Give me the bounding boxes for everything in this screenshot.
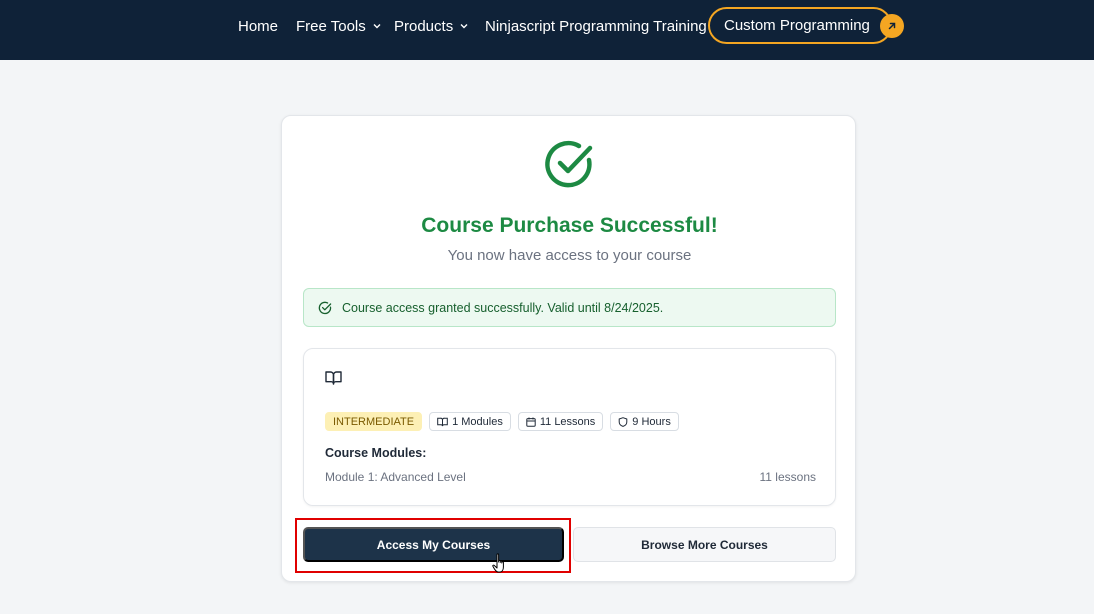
level-badge: INTERMEDIATE	[325, 412, 423, 431]
access-my-courses-button[interactable]: Access My Courses	[303, 527, 564, 562]
hours-label: 9 Hours	[632, 415, 671, 428]
arrow-up-right-icon[interactable]	[880, 14, 904, 38]
nav-home-link[interactable]: Home	[238, 0, 278, 52]
nav-home-label: Home	[238, 17, 279, 35]
page-title: Course Purchase Successful!	[421, 214, 718, 237]
purchase-success-card: Course Purchase Successful! You now have…	[281, 115, 856, 582]
access-my-courses-label: Access My Courses	[376, 537, 491, 552]
nav-products-menu[interactable]: Products	[394, 0, 469, 52]
modules-count-badge: 1 Modules	[429, 412, 511, 431]
course-details-panel: INTERMEDIATE 1 Modules 11 Lessons 9 Hour…	[303, 348, 836, 506]
modules-count-label: 1 Modules	[452, 415, 503, 428]
lessons-count-badge: 11 Lessons	[517, 412, 604, 431]
nav-products-label: Products	[394, 17, 454, 35]
check-circle-icon	[318, 301, 332, 314]
nav-free-tools-label: Free Tools	[296, 17, 366, 35]
page-subtitle: You now have access to your course	[447, 247, 692, 264]
lessons-count-label: 11 Lessons	[539, 415, 596, 428]
module-lessons-count: 11 lessons	[759, 470, 816, 484]
success-alert: Course access granted successfully. Vali…	[303, 288, 836, 327]
custom-programming-label: Custom Programming	[724, 17, 870, 34]
shield-icon	[618, 416, 628, 427]
nav-ninjascript-training-link[interactable]: Ninjascript Programming Training	[485, 0, 707, 52]
nav-free-tools-menu[interactable]: Free Tools	[296, 0, 382, 52]
hours-badge: 9 Hours	[610, 412, 679, 431]
success-alert-text: Course access granted successfully. Vali…	[342, 300, 664, 315]
chevron-down-icon	[459, 21, 469, 31]
browse-more-courses-button[interactable]: Browse More Courses	[573, 527, 836, 562]
level-badge-label: INTERMEDIATE	[333, 415, 415, 428]
book-open-icon	[437, 417, 448, 426]
nav-ninjascript-training-label: Ninjascript Programming Training	[485, 17, 707, 35]
chevron-down-icon	[372, 21, 382, 31]
module-name: Module 1: Advanced Level	[325, 470, 466, 484]
calendar-icon	[526, 417, 536, 427]
browse-more-courses-label: Browse More Courses	[641, 537, 768, 552]
book-open-icon	[325, 370, 342, 390]
top-navigation: Home Free Tools Products Ninjascript Pro…	[0, 0, 1094, 60]
custom-programming-button[interactable]: Custom Programming	[708, 7, 892, 44]
list-item: Module 1: Advanced Level 11 lessons	[325, 470, 816, 484]
course-modules-heading: Course Modules:	[325, 446, 427, 460]
course-tags: INTERMEDIATE 1 Modules 11 Lessons 9 Hour…	[325, 412, 679, 431]
hand-pointer-icon	[492, 553, 508, 580]
check-circle-icon	[543, 138, 595, 190]
